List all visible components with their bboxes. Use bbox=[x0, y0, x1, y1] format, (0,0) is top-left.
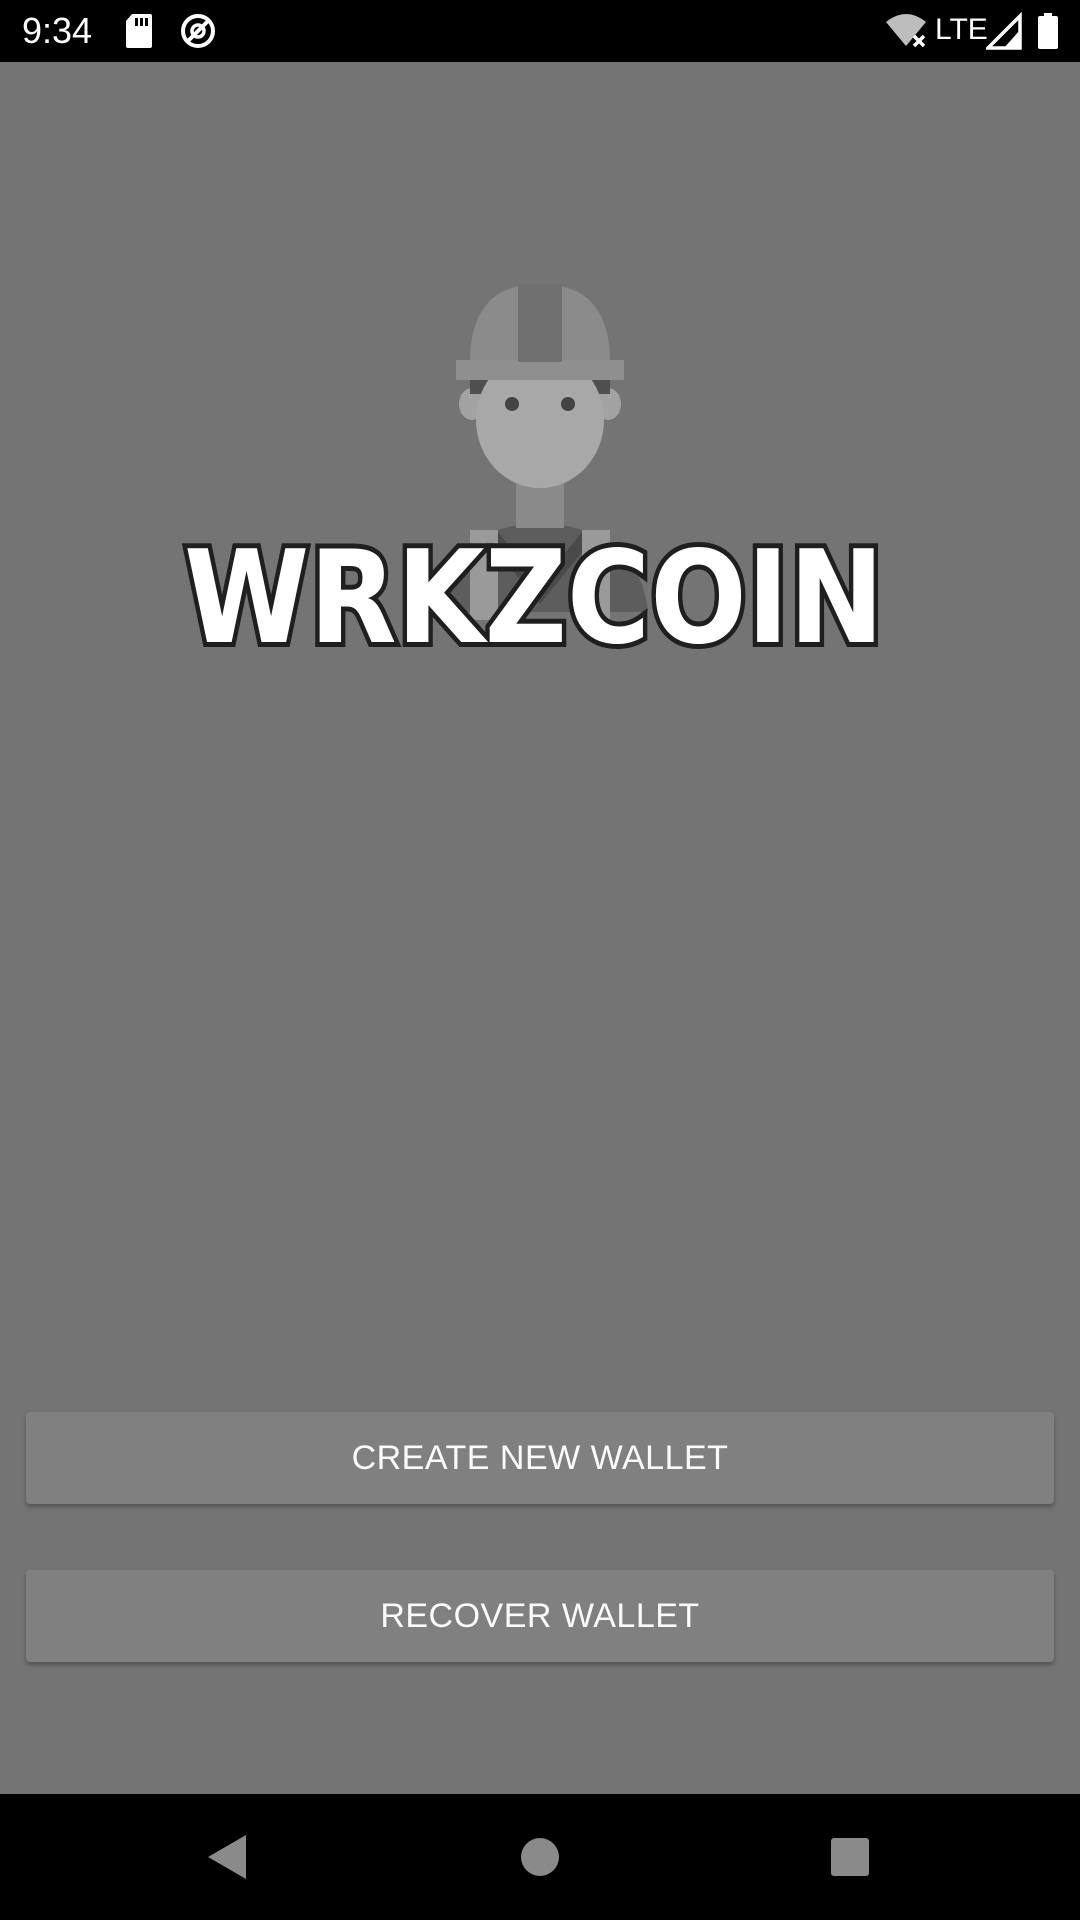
status-bar: 9:34 LTE bbox=[0, 0, 1080, 62]
network-type: LTE bbox=[935, 13, 988, 46]
app-logo: WRKZCOIN bbox=[170, 212, 910, 652]
worker-icon: WRKZCOIN bbox=[179, 284, 889, 652]
recents-icon[interactable] bbox=[810, 1817, 890, 1897]
create-new-wallet-button[interactable]: CREATE NEW WALLET bbox=[26, 1412, 1054, 1504]
home-icon[interactable] bbox=[500, 1817, 580, 1897]
screen: 9:34 LTE WRKZCOIN CREATE NEW WALLET RECO… bbox=[0, 0, 1080, 1920]
main-content: WRKZCOIN CREATE NEW WALLET RECOVER WALLE… bbox=[0, 62, 1080, 1794]
wifi-off-icon bbox=[886, 14, 926, 48]
back-icon[interactable] bbox=[186, 1817, 266, 1897]
logo-wordmark: WRKZCOIN bbox=[184, 524, 884, 652]
status-time: 9:34 bbox=[22, 10, 93, 51]
signal-icon bbox=[986, 12, 1022, 50]
sync-icon bbox=[181, 14, 215, 48]
recover-wallet-button[interactable]: RECOVER WALLET bbox=[26, 1570, 1054, 1662]
battery-icon bbox=[1038, 13, 1058, 49]
sd-card-icon bbox=[126, 14, 152, 48]
navigation-bar bbox=[0, 1794, 1080, 1920]
